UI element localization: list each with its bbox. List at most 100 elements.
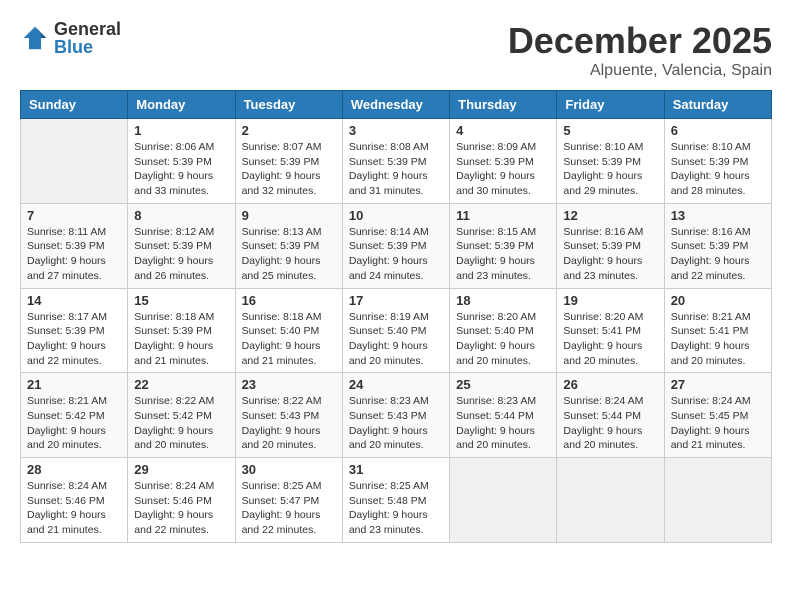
- calendar-day-cell: 4Sunrise: 8:09 AM Sunset: 5:39 PM Daylig…: [450, 119, 557, 204]
- day-info: Sunrise: 8:14 AM Sunset: 5:39 PM Dayligh…: [349, 225, 443, 284]
- calendar-day-cell: 12 Sunrise: 8:16 AM Sunset: 5:39 PM Dayli…: [557, 203, 664, 288]
- day-number: 29: [134, 462, 228, 477]
- calendar-day-cell: 8Sunrise: 8:12 AM Sunset: 5:39 PM Daylig…: [128, 203, 235, 288]
- calendar-day-cell: 1 Sunrise: 8:06 AM Sunset: 5:39 PM Daylig…: [128, 119, 235, 204]
- day-info: Sunrise: 8:10 AM Sunset: 5:39 PM Dayligh…: [671, 140, 765, 199]
- day-number: 30: [242, 462, 336, 477]
- day-info: Sunrise: 8:25 AM Sunset: 5:47 PM Dayligh…: [242, 479, 336, 538]
- day-number: 19: [563, 293, 657, 308]
- calendar-day-cell: 13Sunrise: 8:16 AM Sunset: 5:39 PM Dayli…: [664, 203, 771, 288]
- day-of-week-header: Monday: [128, 91, 235, 119]
- calendar-day-cell: 31Sunrise: 8:25 AM Sunset: 5:48 PM Dayli…: [342, 458, 449, 543]
- day-info: Sunrise: 8:19 AM Sunset: 5:40 PM Dayligh…: [349, 310, 443, 369]
- calendar-day-cell: 5 Sunrise: 8:10 AM Sunset: 5:39 PM Daylig…: [557, 119, 664, 204]
- day-number: 27: [671, 377, 765, 392]
- day-info: Sunrise: 8:24 AM Sunset: 5:46 PM Dayligh…: [134, 479, 228, 538]
- calendar-day-cell: [557, 458, 664, 543]
- day-number: 23: [242, 377, 336, 392]
- day-info: Sunrise: 8:07 AM Sunset: 5:39 PM Dayligh…: [242, 140, 336, 199]
- day-info: Sunrise: 8:24 AM Sunset: 5:44 PM Dayligh…: [563, 394, 657, 453]
- calendar-day-cell: [450, 458, 557, 543]
- calendar-day-cell: 11Sunrise: 8:15 AM Sunset: 5:39 PM Dayli…: [450, 203, 557, 288]
- day-number: 8: [134, 208, 228, 223]
- day-info: Sunrise: 8:09 AM Sunset: 5:39 PM Dayligh…: [456, 140, 550, 199]
- day-number: 24: [349, 377, 443, 392]
- calendar-day-cell: 18 Sunrise: 8:20 AM Sunset: 5:40 PM Dayli…: [450, 288, 557, 373]
- day-number: 18: [456, 293, 550, 308]
- day-info: Sunrise: 8:23 AM Sunset: 5:43 PM Dayligh…: [349, 394, 443, 453]
- day-of-week-header: Friday: [557, 91, 664, 119]
- calendar-week-row: 28Sunrise: 8:24 AM Sunset: 5:46 PM Dayli…: [21, 458, 772, 543]
- day-number: 26: [563, 377, 657, 392]
- calendar-day-cell: 28Sunrise: 8:24 AM Sunset: 5:46 PM Dayli…: [21, 458, 128, 543]
- calendar-day-cell: 3 Sunrise: 8:08 AM Sunset: 5:39 PM Daylig…: [342, 119, 449, 204]
- calendar-day-cell: 24 Sunrise: 8:23 AM Sunset: 5:43 PM Dayli…: [342, 373, 449, 458]
- day-info: Sunrise: 8:10 AM Sunset: 5:39 PM Dayligh…: [563, 140, 657, 199]
- day-number: 13: [671, 208, 765, 223]
- logo-general-text: General: [54, 20, 121, 38]
- calendar-day-cell: 15 Sunrise: 8:18 AM Sunset: 5:39 PM Dayli…: [128, 288, 235, 373]
- calendar-day-cell: 10 Sunrise: 8:14 AM Sunset: 5:39 PM Dayli…: [342, 203, 449, 288]
- day-info: Sunrise: 8:20 AM Sunset: 5:40 PM Dayligh…: [456, 310, 550, 369]
- calendar-day-cell: 20Sunrise: 8:21 AM Sunset: 5:41 PM Dayli…: [664, 288, 771, 373]
- calendar-week-row: 14 Sunrise: 8:17 AM Sunset: 5:39 PM Dayli…: [21, 288, 772, 373]
- day-number: 31: [349, 462, 443, 477]
- calendar-day-cell: 9Sunrise: 8:13 AM Sunset: 5:39 PM Daylig…: [235, 203, 342, 288]
- day-info: Sunrise: 8:16 AM Sunset: 5:39 PM Dayligh…: [563, 225, 657, 284]
- day-number: 12: [563, 208, 657, 223]
- calendar-week-row: 7 Sunrise: 8:11 AM Sunset: 5:39 PM Daylig…: [21, 203, 772, 288]
- day-number: 10: [349, 208, 443, 223]
- day-number: 5: [563, 123, 657, 138]
- calendar-day-cell: 30 Sunrise: 8:25 AM Sunset: 5:47 PM Dayli…: [235, 458, 342, 543]
- day-of-week-header: Sunday: [21, 91, 128, 119]
- day-number: 16: [242, 293, 336, 308]
- calendar-day-cell: 6 Sunrise: 8:10 AM Sunset: 5:39 PM Daylig…: [664, 119, 771, 204]
- day-info: Sunrise: 8:23 AM Sunset: 5:44 PM Dayligh…: [456, 394, 550, 453]
- calendar-header-row: SundayMondayTuesdayWednesdayThursdayFrid…: [21, 91, 772, 119]
- day-info: Sunrise: 8:22 AM Sunset: 5:42 PM Dayligh…: [134, 394, 228, 453]
- calendar-day-cell: 16Sunrise: 8:18 AM Sunset: 5:40 PM Dayli…: [235, 288, 342, 373]
- title-area: December 2025 Alpuente, Valencia, Spain: [508, 20, 772, 80]
- day-info: Sunrise: 8:24 AM Sunset: 5:46 PM Dayligh…: [27, 479, 121, 538]
- logo-icon: [20, 23, 50, 53]
- day-number: 1: [134, 123, 228, 138]
- day-info: Sunrise: 8:17 AM Sunset: 5:39 PM Dayligh…: [27, 310, 121, 369]
- day-number: 11: [456, 208, 550, 223]
- calendar-day-cell: [21, 119, 128, 204]
- logo-text: General Blue: [54, 20, 121, 56]
- calendar-day-cell: 23 Sunrise: 8:22 AM Sunset: 5:43 PM Dayli…: [235, 373, 342, 458]
- calendar-day-cell: 2 Sunrise: 8:07 AM Sunset: 5:39 PM Daylig…: [235, 119, 342, 204]
- day-number: 2: [242, 123, 336, 138]
- day-info: Sunrise: 8:11 AM Sunset: 5:39 PM Dayligh…: [27, 225, 121, 284]
- day-info: Sunrise: 8:22 AM Sunset: 5:43 PM Dayligh…: [242, 394, 336, 453]
- calendar-day-cell: 21Sunrise: 8:21 AM Sunset: 5:42 PM Dayli…: [21, 373, 128, 458]
- logo-blue-text: Blue: [54, 38, 121, 56]
- day-info: Sunrise: 8:06 AM Sunset: 5:39 PM Dayligh…: [134, 140, 228, 199]
- day-info: Sunrise: 8:20 AM Sunset: 5:41 PM Dayligh…: [563, 310, 657, 369]
- day-info: Sunrise: 8:08 AM Sunset: 5:39 PM Dayligh…: [349, 140, 443, 199]
- day-number: 15: [134, 293, 228, 308]
- day-number: 25: [456, 377, 550, 392]
- day-number: 3: [349, 123, 443, 138]
- calendar-day-cell: 25 Sunrise: 8:23 AM Sunset: 5:44 PM Dayli…: [450, 373, 557, 458]
- day-number: 22: [134, 377, 228, 392]
- calendar-day-cell: 26 Sunrise: 8:24 AM Sunset: 5:44 PM Dayli…: [557, 373, 664, 458]
- day-number: 14: [27, 293, 121, 308]
- calendar-table: SundayMondayTuesdayWednesdayThursdayFrid…: [20, 90, 772, 543]
- day-info: Sunrise: 8:21 AM Sunset: 5:41 PM Dayligh…: [671, 310, 765, 369]
- day-of-week-header: Saturday: [664, 91, 771, 119]
- day-info: Sunrise: 8:18 AM Sunset: 5:39 PM Dayligh…: [134, 310, 228, 369]
- day-of-week-header: Thursday: [450, 91, 557, 119]
- day-number: 6: [671, 123, 765, 138]
- location: Alpuente, Valencia, Spain: [508, 62, 772, 80]
- calendar-day-cell: [664, 458, 771, 543]
- calendar-day-cell: 17 Sunrise: 8:19 AM Sunset: 5:40 PM Dayli…: [342, 288, 449, 373]
- day-of-week-header: Tuesday: [235, 91, 342, 119]
- calendar-week-row: 1 Sunrise: 8:06 AM Sunset: 5:39 PM Daylig…: [21, 119, 772, 204]
- calendar-day-cell: 14 Sunrise: 8:17 AM Sunset: 5:39 PM Dayli…: [21, 288, 128, 373]
- day-of-week-header: Wednesday: [342, 91, 449, 119]
- day-number: 9: [242, 208, 336, 223]
- day-info: Sunrise: 8:21 AM Sunset: 5:42 PM Dayligh…: [27, 394, 121, 453]
- day-number: 7: [27, 208, 121, 223]
- day-number: 17: [349, 293, 443, 308]
